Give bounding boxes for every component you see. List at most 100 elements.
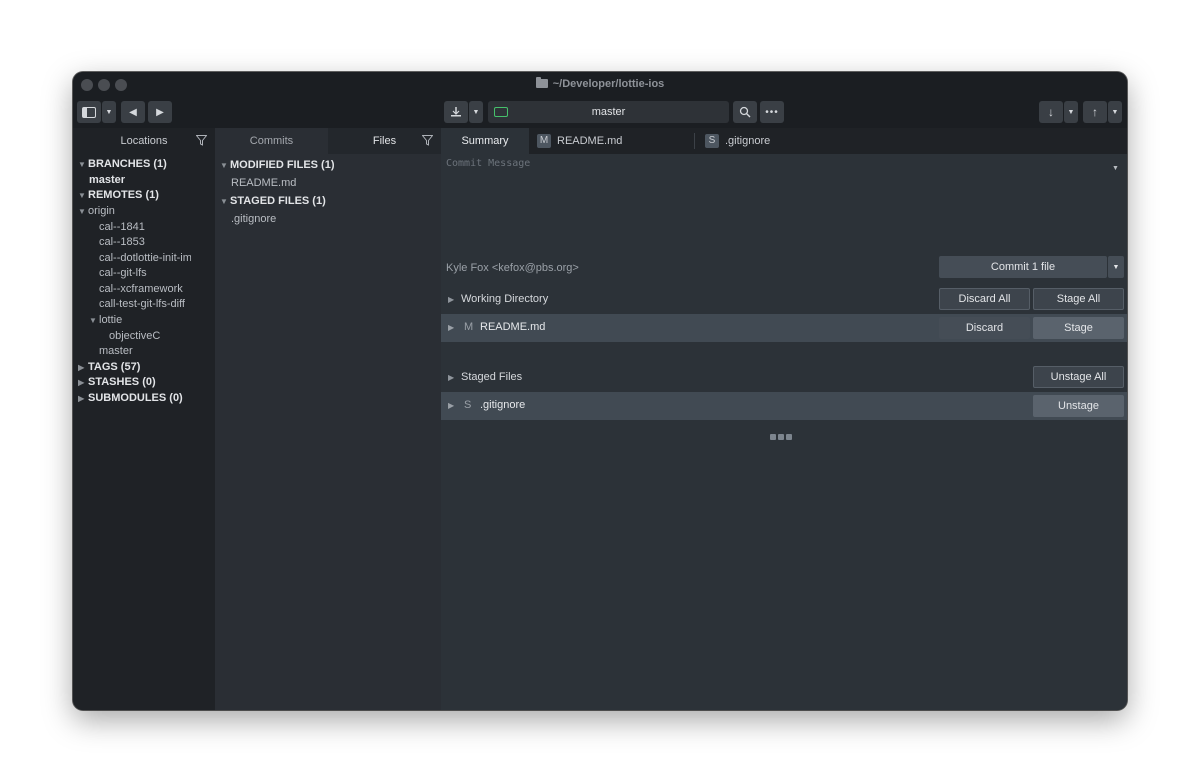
window-title-text: ~/Developer/lottie-ios	[552, 78, 665, 90]
tags-section[interactable]: ▶ TAGS (57)	[78, 361, 140, 376]
commit-button[interactable]: Commit 1 file	[939, 256, 1107, 278]
tab-summary[interactable]: Summary	[441, 128, 529, 154]
remote-branch-item[interactable]: call-test-git-lfs-diff	[99, 298, 190, 313]
remotes-label: REMOTES (1)	[88, 189, 159, 201]
remote-branch-label: cal--xcframework	[99, 283, 183, 295]
folder-icon	[535, 77, 548, 88]
commit-author: Kyle Fox <kefox@pbs.org>	[446, 262, 579, 274]
remote-branch-label: cal--1853	[99, 236, 145, 248]
submodules-section[interactable]: ▶ SUBMODULES (0)	[78, 392, 183, 407]
staged-badge: S	[705, 134, 719, 148]
unstage-all-label: Unstage All	[1050, 371, 1107, 383]
remote-origin[interactable]: ▼ origin	[78, 205, 115, 220]
loading-dot	[786, 434, 792, 440]
modified-file-item[interactable]: README.md	[231, 177, 296, 192]
tab-commits[interactable]: Commits	[215, 128, 328, 154]
file-name: README.md	[480, 321, 546, 333]
chevron-down-icon: ▼	[1111, 108, 1119, 116]
stashes-label: STASHES (0)	[88, 376, 156, 388]
push-menu-button[interactable]: ▼	[1108, 101, 1122, 123]
search-button[interactable]	[733, 101, 757, 123]
filter-icon[interactable]	[196, 135, 207, 146]
stash-button[interactable]	[444, 101, 468, 123]
modified-files-section[interactable]: ▼ MODIFIED FILES (1)	[220, 159, 335, 174]
stage-all-button[interactable]: Stage All	[1033, 288, 1124, 310]
push-button[interactable]: ↑	[1083, 101, 1107, 123]
branches-section[interactable]: ▼ BRANCHES (1)	[78, 158, 167, 173]
toolbar: ▼ ◀ ▶ ▼ master ••• ↓ ▼ ↑ ▼	[73, 98, 1127, 128]
stash-icon	[451, 107, 461, 117]
remote-branch-item[interactable]: cal--dotlottie-init-implementation	[99, 252, 191, 267]
folder-label: lottie	[99, 314, 123, 326]
disclosure-down-icon: ▼	[89, 316, 97, 325]
commit-options-button[interactable]: ▼	[1108, 256, 1124, 278]
unstage-button[interactable]: Unstage	[1033, 395, 1124, 417]
disclosure-right-icon: ▶	[448, 373, 455, 382]
remote-branch-item[interactable]: objectiveC	[109, 330, 160, 345]
discard-button[interactable]: Discard	[939, 317, 1030, 339]
remote-branch-label: cal--dotlottie-init-implementation	[99, 252, 191, 264]
file-status: S	[464, 399, 472, 411]
more-icon: •••	[765, 106, 779, 118]
back-arrow-icon: ◀	[129, 106, 137, 118]
unstage-all-button[interactable]: Unstage All	[1033, 366, 1124, 388]
loading-dot	[778, 434, 784, 440]
staged-files-section[interactable]: ▼ STAGED FILES (1)	[220, 195, 326, 210]
chevron-down-icon: ▼	[472, 108, 480, 116]
branch-selector[interactable]: master	[488, 101, 729, 123]
commit-button-label: Commit 1 file	[990, 261, 1056, 273]
locations-title: Locations	[120, 135, 168, 147]
more-button[interactable]: •••	[760, 101, 784, 123]
stash-menu-button[interactable]: ▼	[469, 101, 483, 123]
arrow-down-icon: ↓	[1048, 105, 1054, 119]
filter-icon[interactable]	[422, 135, 433, 146]
tab-readme[interactable]: M README.md	[537, 128, 622, 154]
remotes-section[interactable]: ▼ REMOTES (1)	[78, 189, 159, 204]
forward-button[interactable]: ▶	[148, 101, 172, 123]
remote-branch-label: master	[99, 345, 133, 357]
stage-button[interactable]: Stage	[1033, 317, 1124, 339]
tab-gitignore[interactable]: S .gitignore	[705, 128, 770, 154]
remote-folder-lottie[interactable]: ▼ lottie	[89, 314, 122, 329]
branch-item-master[interactable]: master	[89, 174, 125, 189]
stashes-section[interactable]: ▶ STASHES (0)	[78, 376, 156, 391]
branch-name: master	[591, 106, 626, 118]
disclosure-down-icon: ▼	[78, 160, 86, 169]
pull-menu-button[interactable]: ▼	[1064, 101, 1078, 123]
files-column: Commits Files ▼ MODIFIED FILES (1) README…	[215, 128, 441, 710]
staged-file-item[interactable]: .gitignore	[231, 213, 276, 228]
tags-label: TAGS (57)	[88, 361, 141, 373]
remote-branch-item[interactable]: cal--git-lfs	[99, 267, 189, 282]
file-name: .gitignore	[480, 399, 526, 411]
stage-all-label: Stage All	[1056, 293, 1101, 305]
remote-branch-label: objectiveC	[109, 330, 161, 342]
tab-summary-label: Summary	[461, 135, 509, 147]
remote-label: origin	[88, 205, 115, 217]
submodules-label: SUBMODULES (0)	[88, 392, 183, 404]
remote-branch-item[interactable]: master	[99, 345, 133, 360]
sidebar-menu-button[interactable]: ▼	[102, 101, 116, 123]
tab-separator	[694, 133, 695, 149]
tab-files-label: Files	[372, 135, 397, 147]
staged-files-section[interactable]: ▶ Staged Files	[441, 364, 1127, 392]
discard-label: Discard	[965, 322, 1004, 334]
disclosure-down-icon: ▼	[78, 207, 86, 216]
remote-branch-item[interactable]: cal--1841	[99, 221, 189, 236]
remote-branch-item[interactable]: cal--xcframework	[99, 283, 199, 298]
disclosure-down-icon: ▼	[220, 197, 228, 206]
working-directory-label: Working Directory	[461, 293, 549, 305]
commit-message-input[interactable]: Commit Message	[446, 158, 530, 169]
sidebar-icon	[82, 106, 96, 118]
discard-all-button[interactable]: Discard All	[939, 288, 1030, 310]
sidebar-toggle-button[interactable]	[77, 101, 101, 123]
chevron-down-icon[interactable]: ▼	[1112, 165, 1119, 172]
back-button[interactable]: ◀	[121, 101, 145, 123]
pull-button[interactable]: ↓	[1039, 101, 1063, 123]
stage-label: Stage	[1064, 322, 1093, 334]
chevron-down-icon: ▼	[1112, 263, 1120, 271]
remote-branch-item[interactable]: cal--1853	[99, 236, 189, 251]
staged-file-row[interactable]: ▶ S .gitignore	[441, 392, 1127, 420]
disclosure-right-icon: ▶	[448, 295, 455, 304]
remote-branch-label: cal--git-lfs	[99, 267, 147, 279]
chevron-down-icon: ▼	[105, 108, 113, 116]
